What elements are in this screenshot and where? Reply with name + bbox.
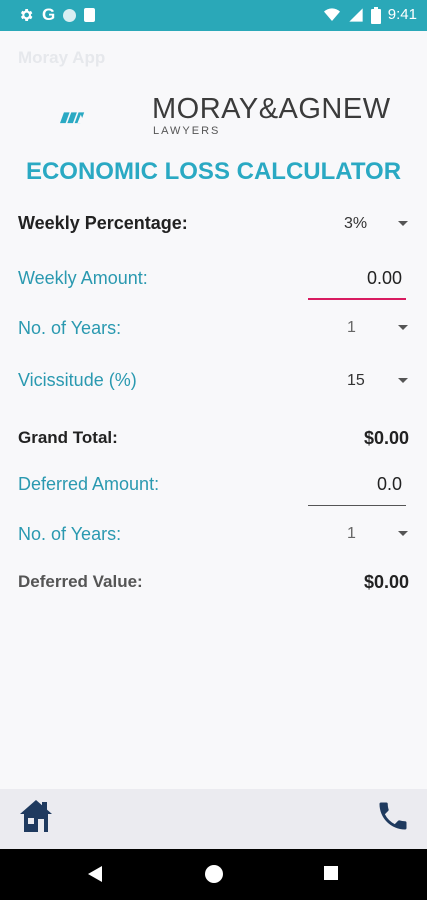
weekly-amount-underline bbox=[308, 298, 406, 300]
battery-icon bbox=[370, 6, 381, 24]
logo-name: MORAY&AGNEW bbox=[152, 93, 391, 125]
signal-icon bbox=[349, 8, 363, 22]
chevron-down-icon bbox=[398, 531, 408, 536]
deferred-amount-input[interactable]: 0.0 bbox=[308, 472, 406, 506]
status-bar: G 9:41 bbox=[0, 0, 427, 31]
vicissitude-value: 15 bbox=[347, 372, 365, 389]
google-icon: G bbox=[42, 5, 56, 24]
deferred-amount-underline bbox=[308, 505, 406, 506]
moray-agnew-logo bbox=[60, 112, 85, 124]
page-title: ECONOMIC LOSS CALCULATOR bbox=[25, 158, 402, 185]
recents-button[interactable] bbox=[324, 866, 338, 880]
status-left: G bbox=[18, 5, 96, 25]
vicissitude-label: Vicissitude (%) bbox=[18, 370, 137, 390]
weekly-percentage-label: Weekly Percentage: bbox=[18, 213, 188, 233]
screen: G 9:41 Moray App MORAY&AGNEW LAWYERS ECO… bbox=[0, 0, 427, 900]
chevron-down-icon bbox=[398, 325, 408, 330]
deferred-years-label: No. of Years: bbox=[18, 524, 122, 544]
phone-icon[interactable] bbox=[375, 797, 411, 835]
no-of-years-dropdown[interactable]: 1 bbox=[347, 313, 408, 343]
no-of-years-value: 1 bbox=[347, 319, 356, 336]
sd-card-icon bbox=[84, 8, 96, 22]
no-of-years-label: No. of Years: bbox=[18, 318, 122, 338]
gear-icon bbox=[20, 9, 33, 21]
weekly-percentage-value: 3% bbox=[344, 215, 368, 232]
status-right: 9:41 bbox=[323, 5, 417, 25]
grand-total-value: $0.00 bbox=[363, 428, 409, 448]
app-title: Moray App bbox=[18, 48, 106, 67]
deferred-amount-value: 0.0 bbox=[376, 474, 402, 494]
vicissitude-dropdown[interactable]: 15 bbox=[347, 366, 408, 396]
weekly-amount-value: 0.00 bbox=[366, 268, 402, 288]
weekly-amount-input[interactable]: 0.00 bbox=[308, 266, 406, 300]
logo-subtitle: LAWYERS bbox=[153, 125, 221, 137]
deferred-value-label: Deferred Value: bbox=[18, 572, 143, 591]
deferred-amount-label: Deferred Amount: bbox=[18, 474, 160, 494]
deferred-value-total: $0.00 bbox=[363, 572, 409, 592]
chevron-down-icon bbox=[398, 378, 408, 383]
back-icon[interactable] bbox=[88, 866, 102, 882]
grand-total-label: Grand Total: bbox=[18, 428, 118, 447]
home-icon[interactable] bbox=[18, 797, 54, 835]
wifi-icon bbox=[323, 8, 340, 21]
deferred-years-value: 1 bbox=[347, 525, 356, 542]
bottom-bar bbox=[0, 789, 427, 849]
weekly-percentage-dropdown[interactable]: 3% bbox=[344, 209, 408, 239]
weekly-amount-label: Weekly Amount: bbox=[18, 268, 148, 288]
status-time: 9:41 bbox=[387, 6, 417, 23]
home-nav-button[interactable] bbox=[205, 865, 223, 883]
circle-icon bbox=[63, 8, 77, 22]
deferred-years-dropdown[interactable]: 1 bbox=[347, 519, 408, 549]
chevron-down-icon bbox=[398, 221, 408, 226]
